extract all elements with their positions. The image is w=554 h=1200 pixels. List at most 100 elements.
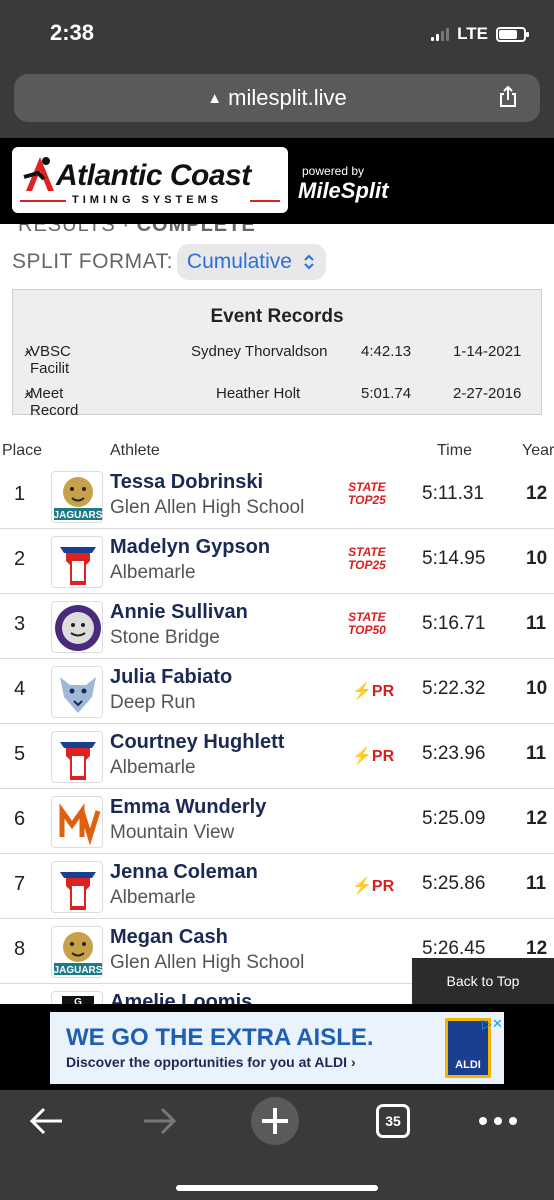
mv-logo: [51, 796, 103, 848]
column-header-time[interactable]: Time: [437, 442, 472, 460]
patriot-logo: [51, 731, 103, 783]
finish-time: 5:16.71: [422, 613, 486, 634]
school-name[interactable]: Mountain View: [110, 822, 234, 844]
table-row[interactable]: 5 Courtney Hughlett Albemarle ⚡PR 5:23.96 11: [0, 724, 554, 789]
finish-time: 5:22.32: [422, 678, 486, 699]
logo-subtext: TIMING SYSTEMS: [72, 194, 223, 206]
home-indicator[interactable]: [176, 1185, 378, 1191]
aldi-ad[interactable]: WE GO THE EXTRA AISLE. Discover the oppo…: [50, 1012, 504, 1084]
lightning-icon: ⚡: [352, 683, 372, 700]
column-header-place[interactable]: Place: [2, 442, 42, 460]
ad-headline: WE GO THE EXTRA AISLE.: [66, 1024, 374, 1051]
table-row[interactable]: 3 Annie Sullivan Stone Bridge STATE TOP50 5:1…: [0, 594, 554, 659]
site-header: Atlantic Coast TIMING SYSTEMS powered by…: [0, 138, 554, 224]
warning-icon: ▲: [207, 89, 223, 107]
place-number: 3: [14, 613, 26, 635]
jaguar-logo: JAGUARS: [51, 471, 103, 523]
status-time: 2:38: [50, 20, 95, 45]
lightning-icon: ⚡: [352, 878, 372, 895]
athlete-name[interactable]: Courtney Hughlett: [110, 731, 284, 754]
state-rank-badge: STATE TOP25: [348, 480, 386, 507]
athlete-name[interactable]: Jenna Coleman: [110, 861, 258, 884]
grade-year: 11: [526, 613, 547, 634]
logo-text: Atlantic Coast: [56, 159, 251, 192]
table-row[interactable]: 4 Julia Fabiato Deep Run ⚡PR 5:22.32 10: [0, 659, 554, 724]
g-logo: G: [51, 991, 103, 1004]
share-icon[interactable]: [498, 86, 518, 108]
school-name[interactable]: Deep Run: [110, 692, 196, 714]
grade-year: 12: [526, 808, 548, 829]
milesplit-logo[interactable]: MileSplit: [298, 178, 388, 204]
athlete-name[interactable]: Amelie Loomis: [110, 991, 252, 1004]
jaguar-logo: JAGUARS: [51, 926, 103, 978]
new-tab-plus-icon[interactable]: [250, 1096, 300, 1146]
place-number: 1: [14, 483, 26, 505]
split-format-value: Cumulative: [186, 250, 292, 273]
column-header-athlete[interactable]: Athlete: [110, 442, 160, 460]
athlete-name[interactable]: Megan Cash: [110, 926, 228, 949]
record-name: VBSC Facilit: [30, 343, 71, 377]
ad-banner: WE GO THE EXTRA AISLE. Discover the oppo…: [0, 1004, 554, 1090]
status-indicators: LTE: [431, 24, 529, 44]
bulldog-logo: [51, 601, 103, 653]
school-name[interactable]: Albemarle: [110, 757, 196, 779]
record-holder: Sydney Thorvaldson: [191, 343, 328, 360]
address-bar[interactable]: ▲ milesplit.live: [14, 74, 540, 122]
back-to-top-button[interactable]: Back to Top: [412, 958, 554, 1004]
school-name[interactable]: Glen Allen High School: [110, 497, 304, 519]
column-header-year[interactable]: Year: [522, 442, 554, 460]
pr-badge: ⚡PR: [352, 878, 395, 895]
record-row: x - VBSC Facilit Sydney Thorvaldson 4:42…: [25, 343, 522, 377]
back-arrow-icon[interactable]: [28, 1106, 64, 1136]
network-label: LTE: [457, 24, 488, 43]
finish-time: 5:25.86: [422, 873, 486, 894]
school-name[interactable]: Albemarle: [110, 562, 196, 584]
results-content: RESULTS · COMPLETE SPLIT FORMAT: Cumulat…: [0, 224, 554, 1004]
split-format-label: SPLIT FORMAT:: [12, 250, 173, 273]
svg-text:JAGUARS: JAGUARS: [54, 510, 103, 521]
finish-time: 5:25.09: [422, 808, 486, 829]
athlete-name[interactable]: Annie Sullivan: [110, 601, 248, 624]
signal-icon: [431, 27, 450, 41]
place-number: 6: [14, 808, 26, 830]
results-separator: ·: [122, 224, 130, 236]
event-records-box: Event Records x - VBSC Facilit Sydney Th…: [12, 289, 542, 419]
logo-rule-left: [20, 200, 66, 202]
finish-time: 5:23.96: [422, 743, 486, 764]
table-row[interactable]: 2 Madelyn Gypson Albemarle STATE TOP25 5:14.9…: [0, 529, 554, 594]
finish-time: 5:11.31: [422, 483, 484, 504]
forward-arrow-icon[interactable]: [142, 1106, 178, 1136]
school-name[interactable]: Stone Bridge: [110, 627, 220, 649]
patriot-logo: [51, 536, 103, 588]
atlantic-coast-logo[interactable]: Atlantic Coast TIMING SYSTEMS: [12, 147, 288, 213]
table-row[interactable]: 1 JAGUARS Tessa Dobrinski Glen Allen High S…: [0, 464, 554, 529]
ad-close-icon[interactable]: ▷✕: [482, 1016, 503, 1032]
school-name[interactable]: Glen Allen High School: [110, 952, 304, 974]
wildcat-logo: [51, 666, 103, 718]
logo-rule-right: [250, 200, 280, 202]
record-time: 5:01.74: [361, 385, 412, 402]
school-name[interactable]: Albemarle: [110, 887, 196, 909]
battery-icon: [496, 26, 529, 42]
athlete-name[interactable]: Madelyn Gypson: [110, 536, 270, 559]
place-number: 8: [14, 938, 26, 960]
url-text: milesplit.live: [228, 85, 347, 110]
tabs-count-icon[interactable]: 35: [376, 1104, 410, 1138]
athlete-name[interactable]: Tessa Dobrinski: [110, 471, 263, 494]
athlete-name[interactable]: Julia Fabiato: [110, 666, 232, 689]
place-number: 5: [14, 743, 26, 765]
results-value: COMPLETE: [136, 224, 256, 236]
table-row[interactable]: 6 Emma Wunderly Mountain View 5:25.09 12: [0, 789, 554, 854]
runner-logo-icon: [23, 157, 54, 191]
table-row[interactable]: 7 Jenna Coleman Albemarle ⚡PR 5:25.86 11: [0, 854, 554, 919]
athlete-name[interactable]: Emma Wunderly: [110, 796, 266, 819]
pr-badge: ⚡PR: [352, 748, 395, 765]
grade-year: 10: [526, 548, 548, 569]
split-format-select[interactable]: Cumulative: [176, 244, 326, 280]
more-options-icon[interactable]: [478, 1116, 518, 1126]
finish-time: 5:26.45: [422, 938, 486, 959]
finish-time: 5:14.95: [422, 548, 486, 569]
record-date: 2-27-2016: [453, 385, 522, 402]
results-status: RESULTS · COMPLETE: [18, 224, 256, 237]
patriot-logo: [51, 861, 103, 913]
